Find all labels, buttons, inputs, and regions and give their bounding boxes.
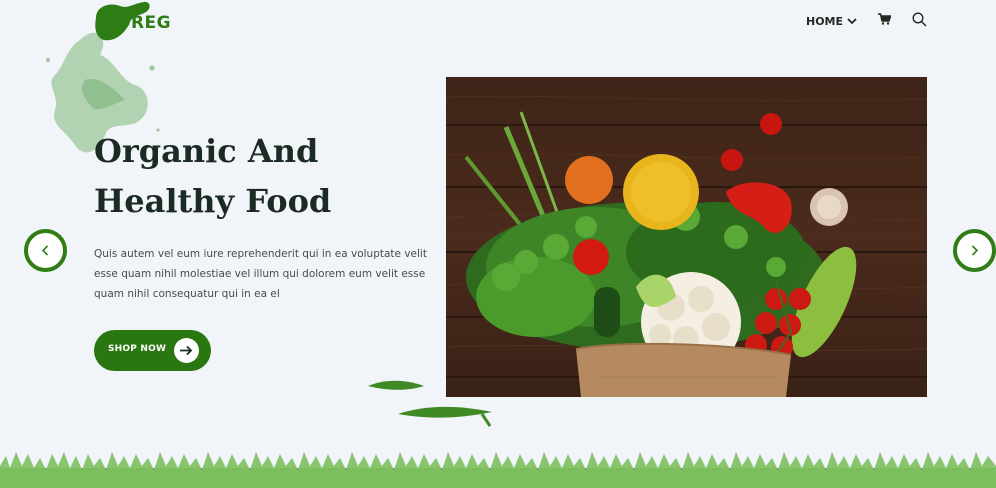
shop-now-label: SHOP NOW: [108, 344, 167, 354]
nav-home-menu[interactable]: HOME: [806, 15, 857, 28]
logo[interactable]: OREG: [92, 0, 182, 44]
hero-description: Quis autem vel eum iure reprehenderit qu…: [94, 248, 427, 300]
shop-now-button[interactable]: SHOP NOW: [94, 330, 211, 371]
cart-icon[interactable]: [878, 13, 891, 25]
top-nav: HOME: [806, 10, 927, 32]
hero-image: [446, 77, 927, 397]
page: OREG HOME Organic And Healthy Food Quis a…: [0, 0, 996, 488]
chevron-right-icon: [971, 245, 979, 256]
hero-title-line2: Healthy Food: [94, 182, 332, 220]
grass-decoration: [0, 452, 996, 488]
search-icon[interactable]: [912, 12, 927, 27]
chevron-left-icon: [41, 245, 49, 256]
nav-home-label: HOME: [806, 14, 844, 28]
hero-title-line1: Organic And: [94, 132, 319, 170]
hero-title: Organic And Healthy Food: [94, 126, 414, 226]
chevron-down-icon: [847, 18, 857, 25]
brush-stroke-decoration: [368, 380, 492, 427]
slider-prev-button[interactable]: [24, 229, 67, 272]
logo-text: OREG: [116, 13, 172, 33]
arrow-right-icon: [174, 338, 199, 363]
slider-next-button[interactable]: [953, 229, 996, 272]
